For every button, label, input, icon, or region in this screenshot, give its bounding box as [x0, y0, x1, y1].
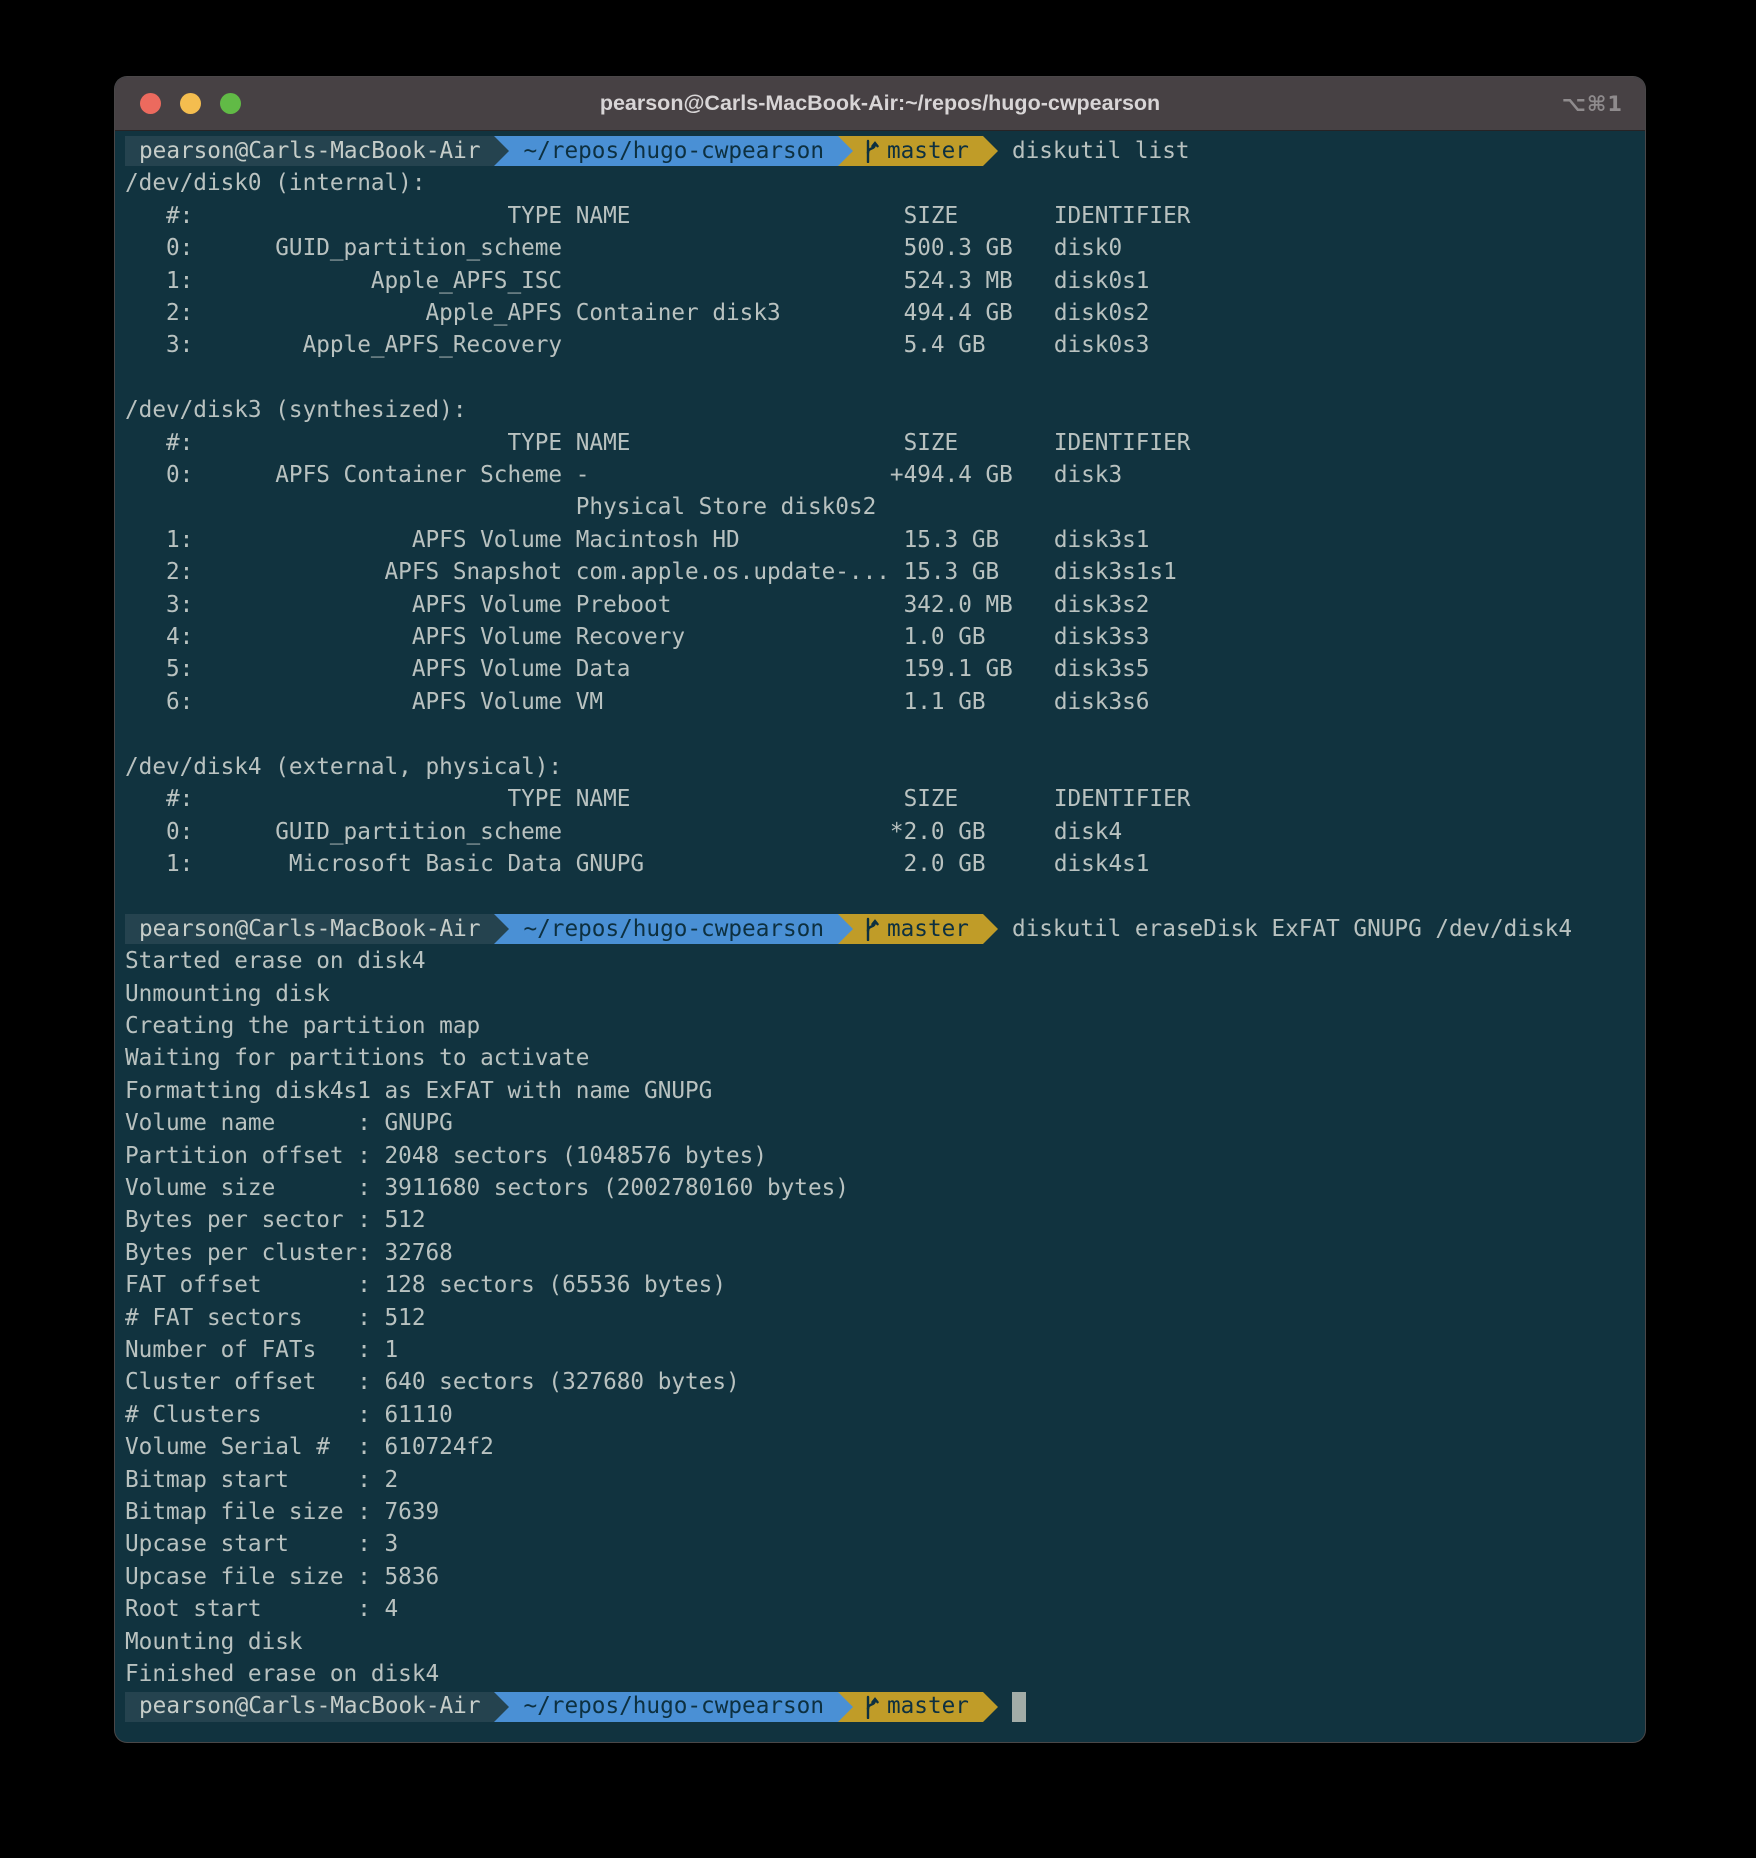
powerline-separator-icon	[983, 136, 998, 166]
git-branch-label: master	[887, 135, 969, 167]
command-text: diskutil list	[1012, 135, 1190, 167]
powerline-separator-icon	[494, 914, 509, 944]
git-branch-icon	[863, 139, 880, 163]
zoom-button[interactable]	[220, 93, 241, 114]
user-host-segment: pearson@Carls-MacBook-Air	[125, 914, 494, 944]
traffic-lights	[140, 77, 241, 130]
git-branch-segment: master	[853, 1692, 983, 1722]
terminal-prompt: pearson@Carls-MacBook-Air ~/repos/hugo-cw…	[125, 135, 1635, 167]
user-host-segment: pearson@Carls-MacBook-Air	[125, 136, 494, 166]
minimize-button[interactable]	[180, 93, 201, 114]
user-host-segment: pearson@Carls-MacBook-Air	[125, 1692, 494, 1722]
cwd-segment: ~/repos/hugo-cwpearson	[509, 914, 838, 944]
close-button[interactable]	[140, 93, 161, 114]
cwd-segment: ~/repos/hugo-cwpearson	[509, 136, 838, 166]
powerline-separator-icon	[838, 1692, 853, 1722]
powerline-separator-icon	[983, 1692, 998, 1722]
terminal-window: pearson@Carls-MacBook-Air:~/repos/hugo-c…	[115, 77, 1645, 1742]
terminal-cursor[interactable]	[1012, 1692, 1026, 1722]
terminal-output-block: Started erase on disk4 Unmounting disk C…	[125, 945, 1635, 1690]
git-branch-icon	[863, 917, 880, 941]
terminal-output-block: /dev/disk0 (internal): #: TYPE NAME SIZE…	[125, 167, 1635, 912]
git-branch-icon	[863, 1695, 880, 1719]
git-branch-label: master	[887, 1690, 969, 1722]
git-branch-label: master	[887, 913, 969, 945]
terminal-prompt: pearson@Carls-MacBook-Air ~/repos/hugo-cw…	[125, 913, 1635, 945]
git-branch-segment: master	[853, 914, 983, 944]
powerline-separator-icon	[983, 914, 998, 944]
powerline-separator-icon	[838, 914, 853, 944]
command-text: diskutil eraseDisk ExFAT GNUPG /dev/disk…	[1012, 913, 1572, 945]
powerline-separator-icon	[494, 136, 509, 166]
window-titlebar[interactable]: pearson@Carls-MacBook-Air:~/repos/hugo-c…	[115, 77, 1645, 131]
terminal-prompt: pearson@Carls-MacBook-Air ~/repos/hugo-cw…	[125, 1690, 1635, 1722]
window-shortcut-badge: ⌥⌘1	[1562, 77, 1623, 130]
cwd-segment: ~/repos/hugo-cwpearson	[509, 1692, 838, 1722]
git-branch-segment: master	[853, 136, 983, 166]
powerline-separator-icon	[838, 136, 853, 166]
window-title: pearson@Carls-MacBook-Air:~/repos/hugo-c…	[600, 91, 1160, 116]
powerline-separator-icon	[494, 1692, 509, 1722]
terminal-content[interactable]: pearson@Carls-MacBook-Air ~/repos/hugo-cw…	[115, 131, 1645, 1723]
